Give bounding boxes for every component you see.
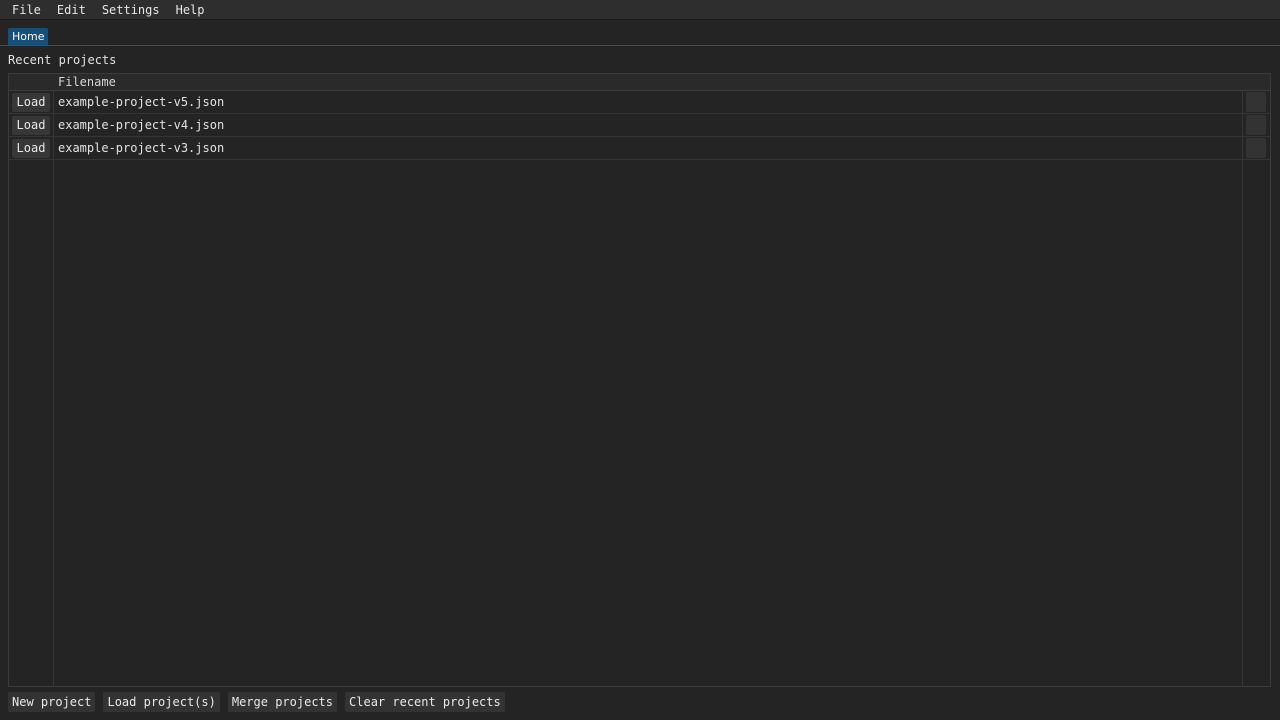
column-divider <box>53 74 54 686</box>
load-projects-button[interactable]: Load project(s) <box>103 692 220 712</box>
recent-projects-heading: Recent projects <box>8 53 117 67</box>
menu-settings[interactable]: Settings <box>94 0 168 20</box>
row-action-button[interactable] <box>1246 138 1266 158</box>
menu-help[interactable]: Help <box>168 0 213 20</box>
column-header-filename[interactable]: Filename <box>58 74 116 91</box>
new-project-button[interactable]: New project <box>8 692 96 712</box>
table-row: Load example-project-v5.json <box>9 91 1270 114</box>
tab-home[interactable]: Home <box>8 28 49 45</box>
row-filename: example-project-v5.json <box>58 95 225 109</box>
row-action-button[interactable] <box>1246 92 1266 112</box>
recent-projects-table: Filename Load example-project-v5.json Lo… <box>8 73 1271 687</box>
row-filename: example-project-v3.json <box>58 141 225 155</box>
load-button[interactable]: Load <box>12 116 50 135</box>
clear-recent-projects-button[interactable]: Clear recent projects <box>345 692 505 712</box>
menubar: File Edit Settings Help <box>0 0 1280 20</box>
menu-file[interactable]: File <box>4 0 49 20</box>
menu-edit[interactable]: Edit <box>49 0 94 20</box>
row-action-button[interactable] <box>1246 115 1266 135</box>
table-row: Load example-project-v4.json <box>9 114 1270 137</box>
load-button[interactable]: Load <box>12 139 50 158</box>
row-filename: example-project-v4.json <box>58 118 225 132</box>
footer-toolbar: New project Load project(s) Merge projec… <box>8 692 505 712</box>
column-divider <box>1242 74 1243 686</box>
load-button[interactable]: Load <box>12 93 50 112</box>
table-header: Filename <box>9 74 1270 91</box>
tab-bar: Home <box>0 20 1280 46</box>
table-row: Load example-project-v3.json <box>9 137 1270 160</box>
merge-projects-button[interactable]: Merge projects <box>227 692 338 712</box>
